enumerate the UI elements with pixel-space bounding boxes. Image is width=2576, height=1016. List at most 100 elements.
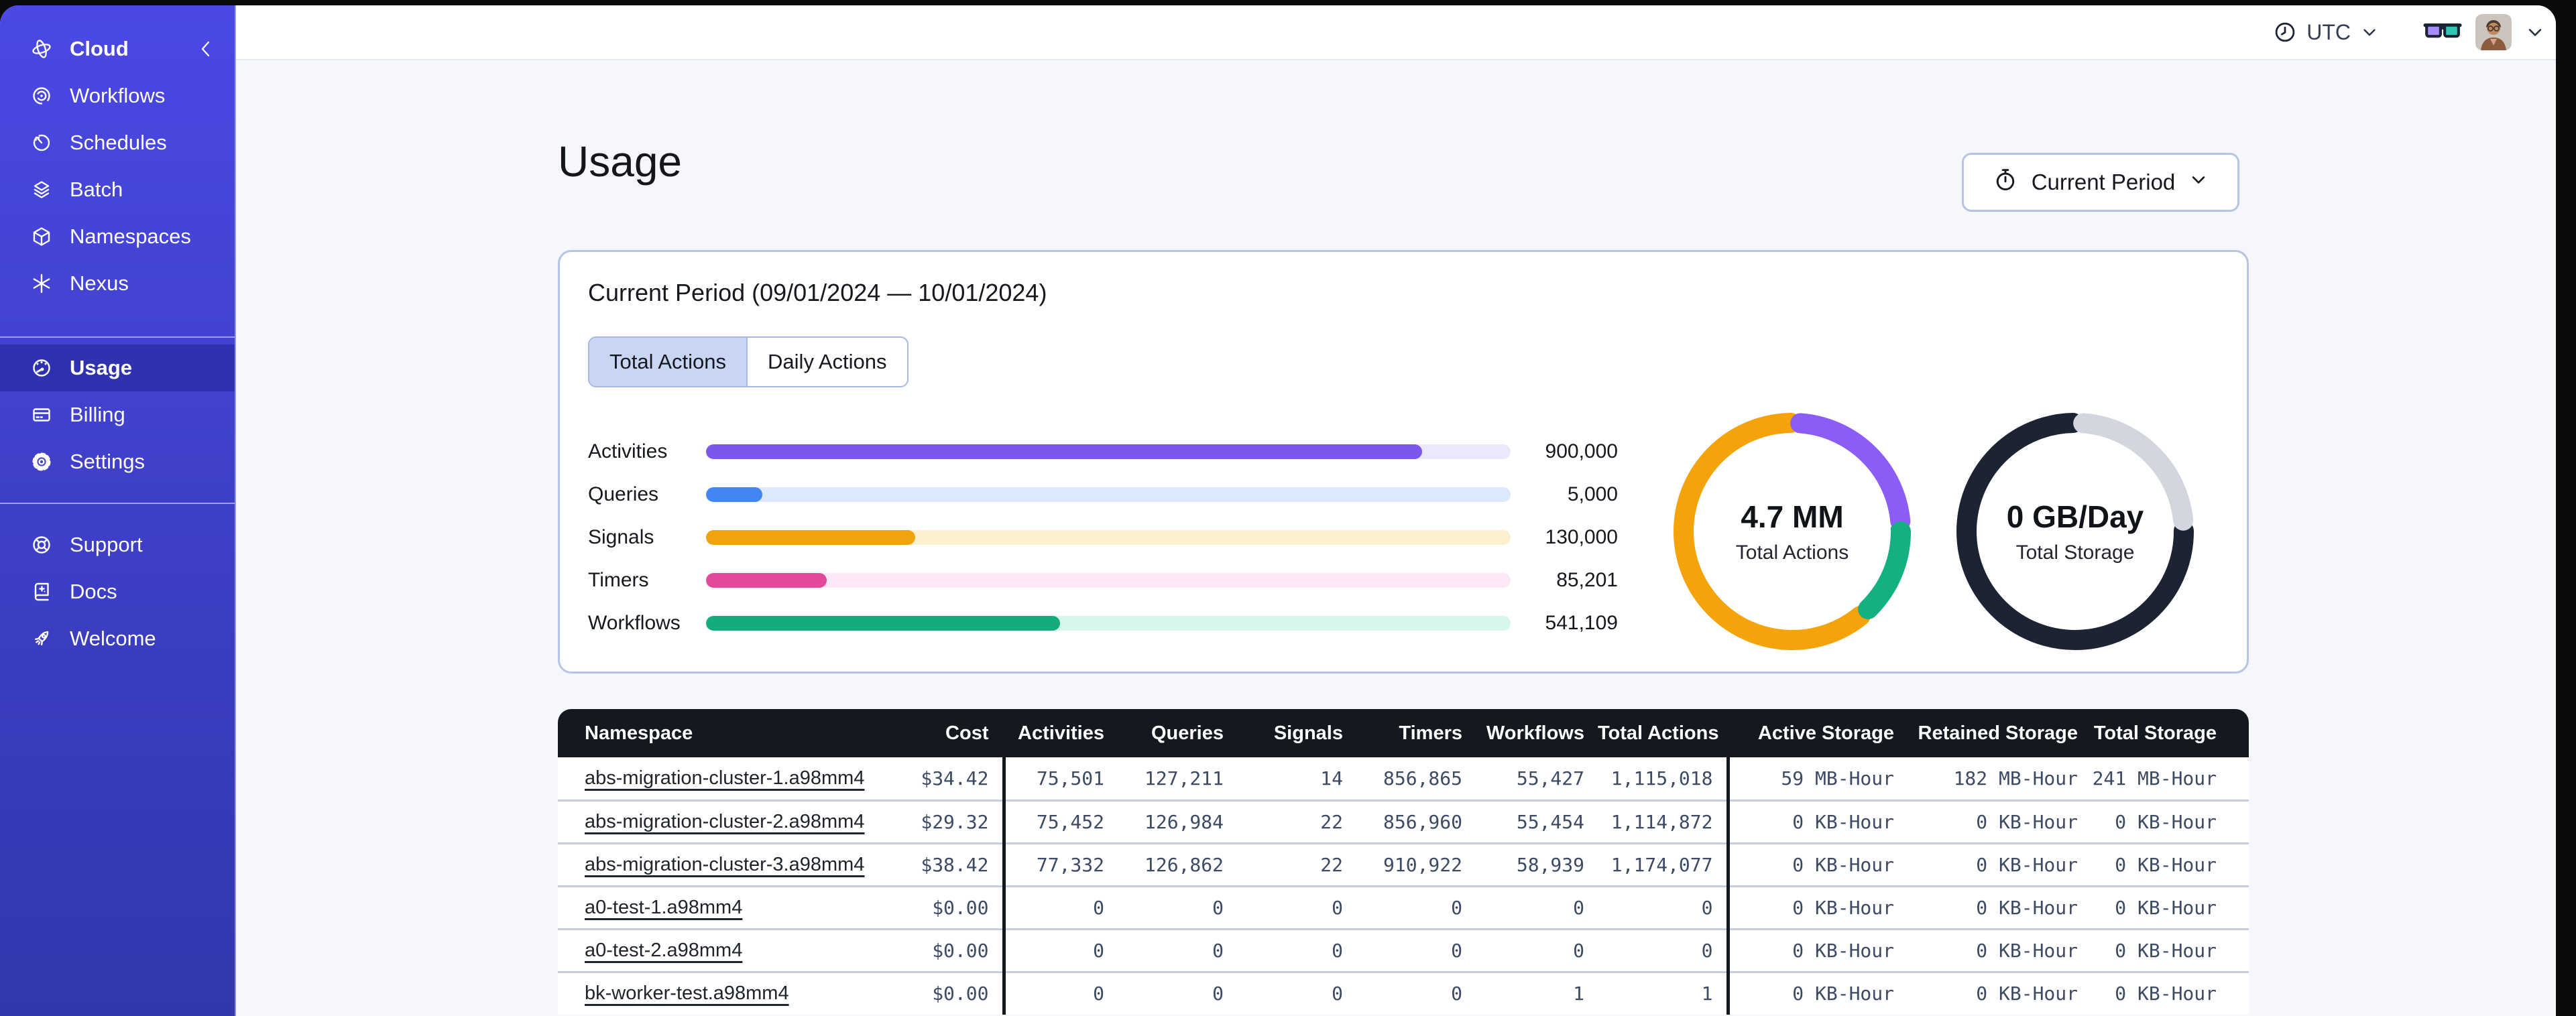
sidebar-item-label: Support — [70, 533, 143, 556]
sidebar-item-label: Batch — [70, 178, 123, 201]
table-cell: 0 — [1237, 970, 1356, 1015]
sidebar-item-usage[interactable]: Usage — [0, 344, 235, 391]
table-row: abs-migration-cluster-1.a98mm4 $34.42 75,5… — [558, 757, 2249, 800]
timezone-selector[interactable]: UTC — [2273, 20, 2379, 45]
settings-gear-icon — [30, 450, 54, 474]
workflows-spiral-icon — [30, 84, 54, 108]
total-actions-donut: 4.7 MM Total Actions — [1663, 403, 1921, 660]
sidebar-item-nexus[interactable]: Nexus — [0, 260, 235, 307]
bar-value: 85,201 — [1556, 569, 1618, 591]
total-actions-value: 4.7 MM — [1741, 499, 1844, 534]
sidebar-item-label: Docs — [70, 580, 117, 603]
namespace-link[interactable]: abs-migration-cluster-2.a98mm4 — [585, 811, 864, 832]
table-cell: 75,501 — [1002, 757, 1118, 800]
table-cell: 0 — [1237, 928, 1356, 972]
support-lifebuoy-icon — [30, 533, 54, 557]
account-menu-chevron-icon[interactable] — [2525, 22, 2545, 42]
sidebar-item-settings[interactable]: Settings — [0, 438, 235, 485]
table-cell: 0 KB-Hour — [2091, 885, 2249, 929]
sidebar-item-docs[interactable]: Docs — [0, 568, 235, 615]
sidebar-item-namespaces[interactable]: Namespaces — [0, 213, 235, 260]
table-cell: 0 KB-Hour — [1908, 799, 2091, 843]
bar-value: 130,000 — [1545, 526, 1618, 548]
table-cell: 1,174,077 — [1598, 842, 1728, 886]
sidebar-account-group: Usage Billing Settings — [0, 338, 235, 503]
namespace-link[interactable]: bk-worker-test.a98mm4 — [585, 982, 789, 1004]
tab-total-actions[interactable]: Total Actions — [589, 338, 747, 386]
bar-track — [706, 530, 1511, 545]
bar-category-label: Activities — [588, 440, 668, 462]
sidebar-primary-group: Cloud Workflows Schedules Batch Namespaces Ne… — [0, 5, 235, 307]
namespace-link[interactable]: a0-test-2.a98mm4 — [585, 940, 742, 961]
sidebar-item-welcome[interactable]: Welcome — [0, 615, 235, 662]
sidebar-item-label: Schedules — [70, 131, 167, 154]
table-cell: 1 — [1598, 970, 1728, 1015]
sidebar-item-label: Namespaces — [70, 225, 191, 248]
table-cell: 0 KB-Hour — [1908, 842, 2091, 886]
sidebar-item-workflows[interactable]: Workflows — [0, 72, 235, 119]
column-header-total-storage: Total Storage — [2091, 709, 2249, 757]
table-row: abs-migration-cluster-3.a98mm4 $38.42 77,3… — [558, 842, 2249, 886]
table-cell: 0 — [1118, 928, 1237, 972]
sidebar-item-schedules[interactable]: Schedules — [0, 119, 235, 166]
sidebar-item-label: Settings — [70, 450, 145, 473]
bar-track — [706, 444, 1511, 459]
table-cell: 0 — [1356, 970, 1476, 1015]
column-header-cost: Cost — [866, 709, 1004, 757]
namespace-usage-table: Namespace Cost Activities Queries Signals Tim… — [558, 709, 2249, 1015]
actions-tab-group: Total Actions Daily Actions — [588, 336, 909, 387]
bar-track — [706, 487, 1511, 502]
table-cell: 0 KB-Hour — [2091, 970, 2249, 1015]
table-cell: 182 MB-Hour — [1908, 757, 2091, 800]
column-header-signals: Signals — [1237, 709, 1356, 757]
stopwatch-icon — [1993, 167, 2018, 198]
bar-fill — [706, 444, 1422, 459]
dev-glasses-icon[interactable] — [2423, 19, 2462, 46]
total-storage-label: Total Storage — [2015, 542, 2135, 564]
table-cell: 856,865 — [1356, 757, 1476, 800]
namespace-link[interactable]: abs-migration-cluster-3.a98mm4 — [585, 854, 864, 875]
table-cell: 59 MB-Hour — [1726, 757, 1908, 800]
table-cell: 0 KB-Hour — [1726, 970, 1908, 1015]
bar-row-queries: Queries 5,000 — [588, 473, 1618, 516]
namespace-link[interactable]: a0-test-1.a98mm4 — [585, 897, 742, 918]
table-cell: 856,960 — [1356, 799, 1476, 843]
table-cell: 58,939 — [1476, 842, 1598, 886]
sidebar-item-cloud[interactable]: Cloud — [0, 25, 235, 72]
bar-value: 541,109 — [1545, 612, 1618, 634]
table-cell: 126,984 — [1118, 799, 1237, 843]
namespace-link[interactable]: abs-migration-cluster-1.a98mm4 — [585, 767, 864, 789]
table-cell: 241 MB-Hour — [2091, 757, 2249, 800]
table-cell: 127,211 — [1118, 757, 1237, 800]
table-cell: 14 — [1237, 757, 1356, 800]
table-cell: 0 — [1118, 885, 1237, 929]
tab-daily-actions[interactable]: Daily Actions — [746, 338, 906, 386]
sidebar-item-batch[interactable]: Batch — [0, 166, 235, 213]
sidebar-item-billing[interactable]: Billing — [0, 391, 235, 438]
sidebar-item-label: Workflows — [70, 84, 166, 107]
namespace-cube-icon — [30, 225, 54, 249]
collapse-sidebar-icon[interactable] — [194, 38, 217, 60]
table-cell: 0 KB-Hour — [1726, 842, 1908, 886]
total-actions-label: Total Actions — [1735, 542, 1849, 564]
user-avatar[interactable] — [2475, 14, 2512, 50]
column-header-retained-storage: Retained Storage — [1908, 709, 2091, 757]
table-cell: $38.42 — [866, 842, 1004, 886]
table-cell: $29.32 — [866, 799, 1004, 843]
table-cell: 1,114,872 — [1598, 799, 1728, 843]
table-cell: 22 — [1237, 842, 1356, 886]
column-header-namespace: Namespace — [558, 709, 866, 757]
sidebar-footer-group: Support Docs Welcome — [0, 504, 235, 662]
app-window: Cloud Workflows Schedules Batch Namespaces Ne… — [0, 5, 2556, 1016]
cloud-orbit-icon — [30, 37, 54, 61]
sidebar-item-label: Billing — [70, 403, 125, 426]
period-selector-button[interactable]: Current Period — [1962, 153, 2239, 212]
chevron-down-icon — [2360, 23, 2379, 42]
bar-value: 900,000 — [1545, 440, 1618, 462]
sidebar-item-support[interactable]: Support — [0, 521, 235, 568]
table-row: abs-migration-cluster-2.a98mm4 $29.32 75,4… — [558, 799, 2249, 843]
table-cell: 0 KB-Hour — [1908, 928, 2091, 972]
bar-row-activities: Activities 900,000 — [588, 430, 1618, 473]
column-header-queries: Queries — [1118, 709, 1237, 757]
batch-layers-icon — [30, 178, 54, 202]
